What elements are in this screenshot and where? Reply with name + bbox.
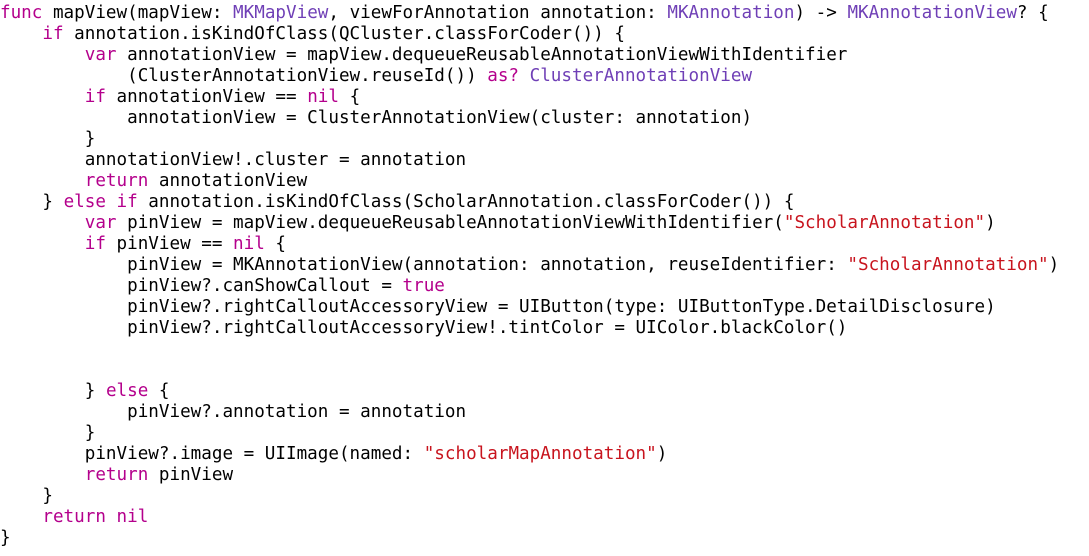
keyword: var: [84, 213, 117, 233]
keyword: true: [402, 276, 445, 296]
code-text: annotation.isKindOfClass(QCluster.classF…: [63, 24, 625, 44]
keyword: nil: [116, 507, 149, 527]
keyword: return: [84, 465, 149, 485]
code-text: annotationView = ClusterAnnotationView(c…: [0, 108, 753, 128]
code-editor[interactable]: func mapView(mapView: MKMapView, viewFor…: [0, 0, 1089, 556]
keyword: nil: [233, 234, 265, 254]
code-line: if pinView == nil {: [0, 234, 1089, 255]
code-line: pinView?.annotation = annotation: [0, 402, 1089, 423]
string-literal: "ScholarAnnotation": [847, 255, 1049, 275]
keyword: func: [0, 3, 43, 23]
type-name: ClusterAnnotationView: [529, 66, 753, 86]
type-name: MKAnnotation: [667, 3, 795, 23]
code-line: }: [0, 528, 1089, 549]
code-line: } else if annotation.isKindOfClass(Schol…: [0, 192, 1089, 213]
keyword: else: [63, 192, 106, 212]
code-text: annotationView: [148, 171, 308, 191]
code-text: (ClusterAnnotationView.reuseId()): [0, 66, 488, 86]
code-line: } else {: [0, 381, 1089, 402]
keyword: if: [84, 234, 106, 254]
code-line: var pinView = mapView.dequeueReusableAnn…: [0, 213, 1089, 234]
code-text: }: [0, 528, 11, 548]
code-text: }: [0, 381, 106, 401]
keyword: var: [84, 45, 117, 65]
code-line: if annotation.isKindOfClass(QCluster.cla…: [0, 24, 1089, 45]
keyword: as?: [487, 66, 520, 86]
code-text: {: [338, 87, 361, 107]
code-line: }: [0, 423, 1089, 444]
code-line: func mapView(mapView: MKMapView, viewFor…: [0, 3, 1089, 24]
code-text: }: [0, 129, 96, 149]
string-literal: "scholarMapAnnotation": [423, 444, 657, 464]
code-text: pinView = mapView.dequeueReusableAnnotat…: [116, 213, 784, 233]
code-line: (ClusterAnnotationView.reuseId()) as? Cl…: [0, 66, 1089, 87]
code-line: pinView?.rightCalloutAccessoryView!.tint…: [0, 318, 1089, 339]
code-line: var annotationView = mapView.dequeueReus…: [0, 45, 1089, 66]
code-text: annotationView ==: [105, 87, 308, 107]
code-line: annotationView = ClusterAnnotationView(c…: [0, 108, 1089, 129]
code-text: pinView = MKAnnotationView(annotation: a…: [0, 255, 848, 275]
code-line: return pinView: [0, 465, 1089, 486]
code-text: ): [1048, 255, 1060, 275]
keyword: if: [42, 24, 64, 44]
code-text: annotationView!.cluster = annotation: [0, 150, 467, 170]
code-text: ? {: [1016, 3, 1049, 23]
code-text: pinView ==: [105, 234, 234, 254]
keyword: nil: [307, 87, 339, 107]
code-text: pinView?.rightCalloutAccessoryView = UIB…: [0, 297, 996, 317]
code-text: pinView?.canShowCallout =: [0, 276, 403, 296]
code-line: }: [0, 129, 1089, 150]
code-text: pinView?.annotation = annotation: [0, 402, 467, 422]
code-text: ) ->: [794, 3, 848, 23]
code-text: annotationView = mapView.dequeueReusable…: [116, 45, 848, 65]
code-line: annotationView!.cluster = annotation: [0, 150, 1089, 171]
code-line: pinView?.image = UIImage(named: "scholar…: [0, 444, 1089, 465]
code-text: }: [0, 486, 53, 506]
keyword: else: [105, 381, 149, 401]
code-text: pinView?.rightCalloutAccessoryView!.tint…: [0, 318, 848, 338]
keyword: if: [84, 87, 106, 107]
code-line: return nil: [0, 507, 1089, 528]
code-text: mapView(mapView:: [42, 3, 234, 23]
code-text: {: [264, 234, 287, 254]
code-line: }: [0, 486, 1089, 507]
code-line: return annotationView: [0, 171, 1089, 192]
code-line: pinView?.rightCalloutAccessoryView = UIB…: [0, 297, 1089, 318]
code-text: ): [985, 213, 996, 233]
code-text: annotation.isKindOfClass(ScholarAnnotati…: [137, 192, 795, 212]
code-line: pinView = MKAnnotationView(annotation: a…: [0, 255, 1089, 276]
code-text: {: [148, 381, 170, 401]
code-text: , viewForAnnotation annotation:: [328, 3, 668, 23]
type-name: MKAnnotationView: [847, 3, 1017, 23]
code-text: }: [0, 192, 64, 212]
code-text: pinView: [148, 465, 234, 485]
code-text: ): [656, 444, 668, 464]
type-name: MKMapView: [233, 3, 329, 23]
keyword: return: [42, 507, 106, 527]
code-line: pinView?.canShowCallout = true: [0, 276, 1089, 297]
string-literal: "ScholarAnnotation": [783, 213, 986, 233]
code-text: pinView?.image = UIImage(named:: [0, 444, 424, 464]
code-text: }: [0, 423, 96, 443]
keyword: if: [116, 192, 138, 212]
keyword: return: [84, 171, 149, 191]
code-line: if annotationView == nil {: [0, 87, 1089, 108]
